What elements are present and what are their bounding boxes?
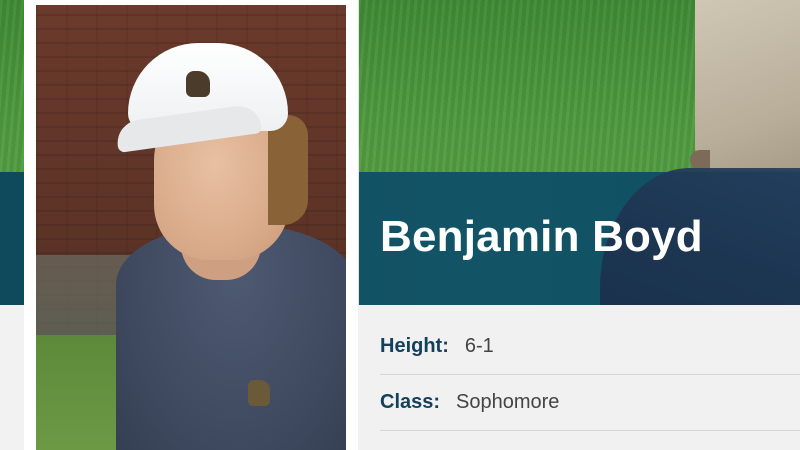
player-photo-card bbox=[24, 0, 359, 450]
class-label: Class: bbox=[380, 390, 441, 413]
hero-sleeve-edge bbox=[690, 150, 710, 170]
player-headshot-photo bbox=[36, 5, 346, 450]
player-info-panel: Height: 6-1 Class: Sophomore bbox=[358, 305, 800, 450]
hair bbox=[268, 115, 308, 225]
height-label: Height: bbox=[380, 334, 449, 357]
player-name: Benjamin Boyd bbox=[380, 212, 703, 261]
height-value: 6-1 bbox=[464, 334, 494, 357]
info-row-height: Height: 6-1 bbox=[380, 318, 800, 375]
class-value: Sophomore bbox=[456, 390, 560, 413]
left-panel-edge bbox=[0, 305, 24, 450]
hoodie-logo-icon bbox=[248, 380, 270, 406]
cap-logo-icon bbox=[186, 71, 210, 97]
hero-sleeve bbox=[695, 0, 800, 170]
info-row-class: Class: Sophomore bbox=[380, 374, 800, 431]
